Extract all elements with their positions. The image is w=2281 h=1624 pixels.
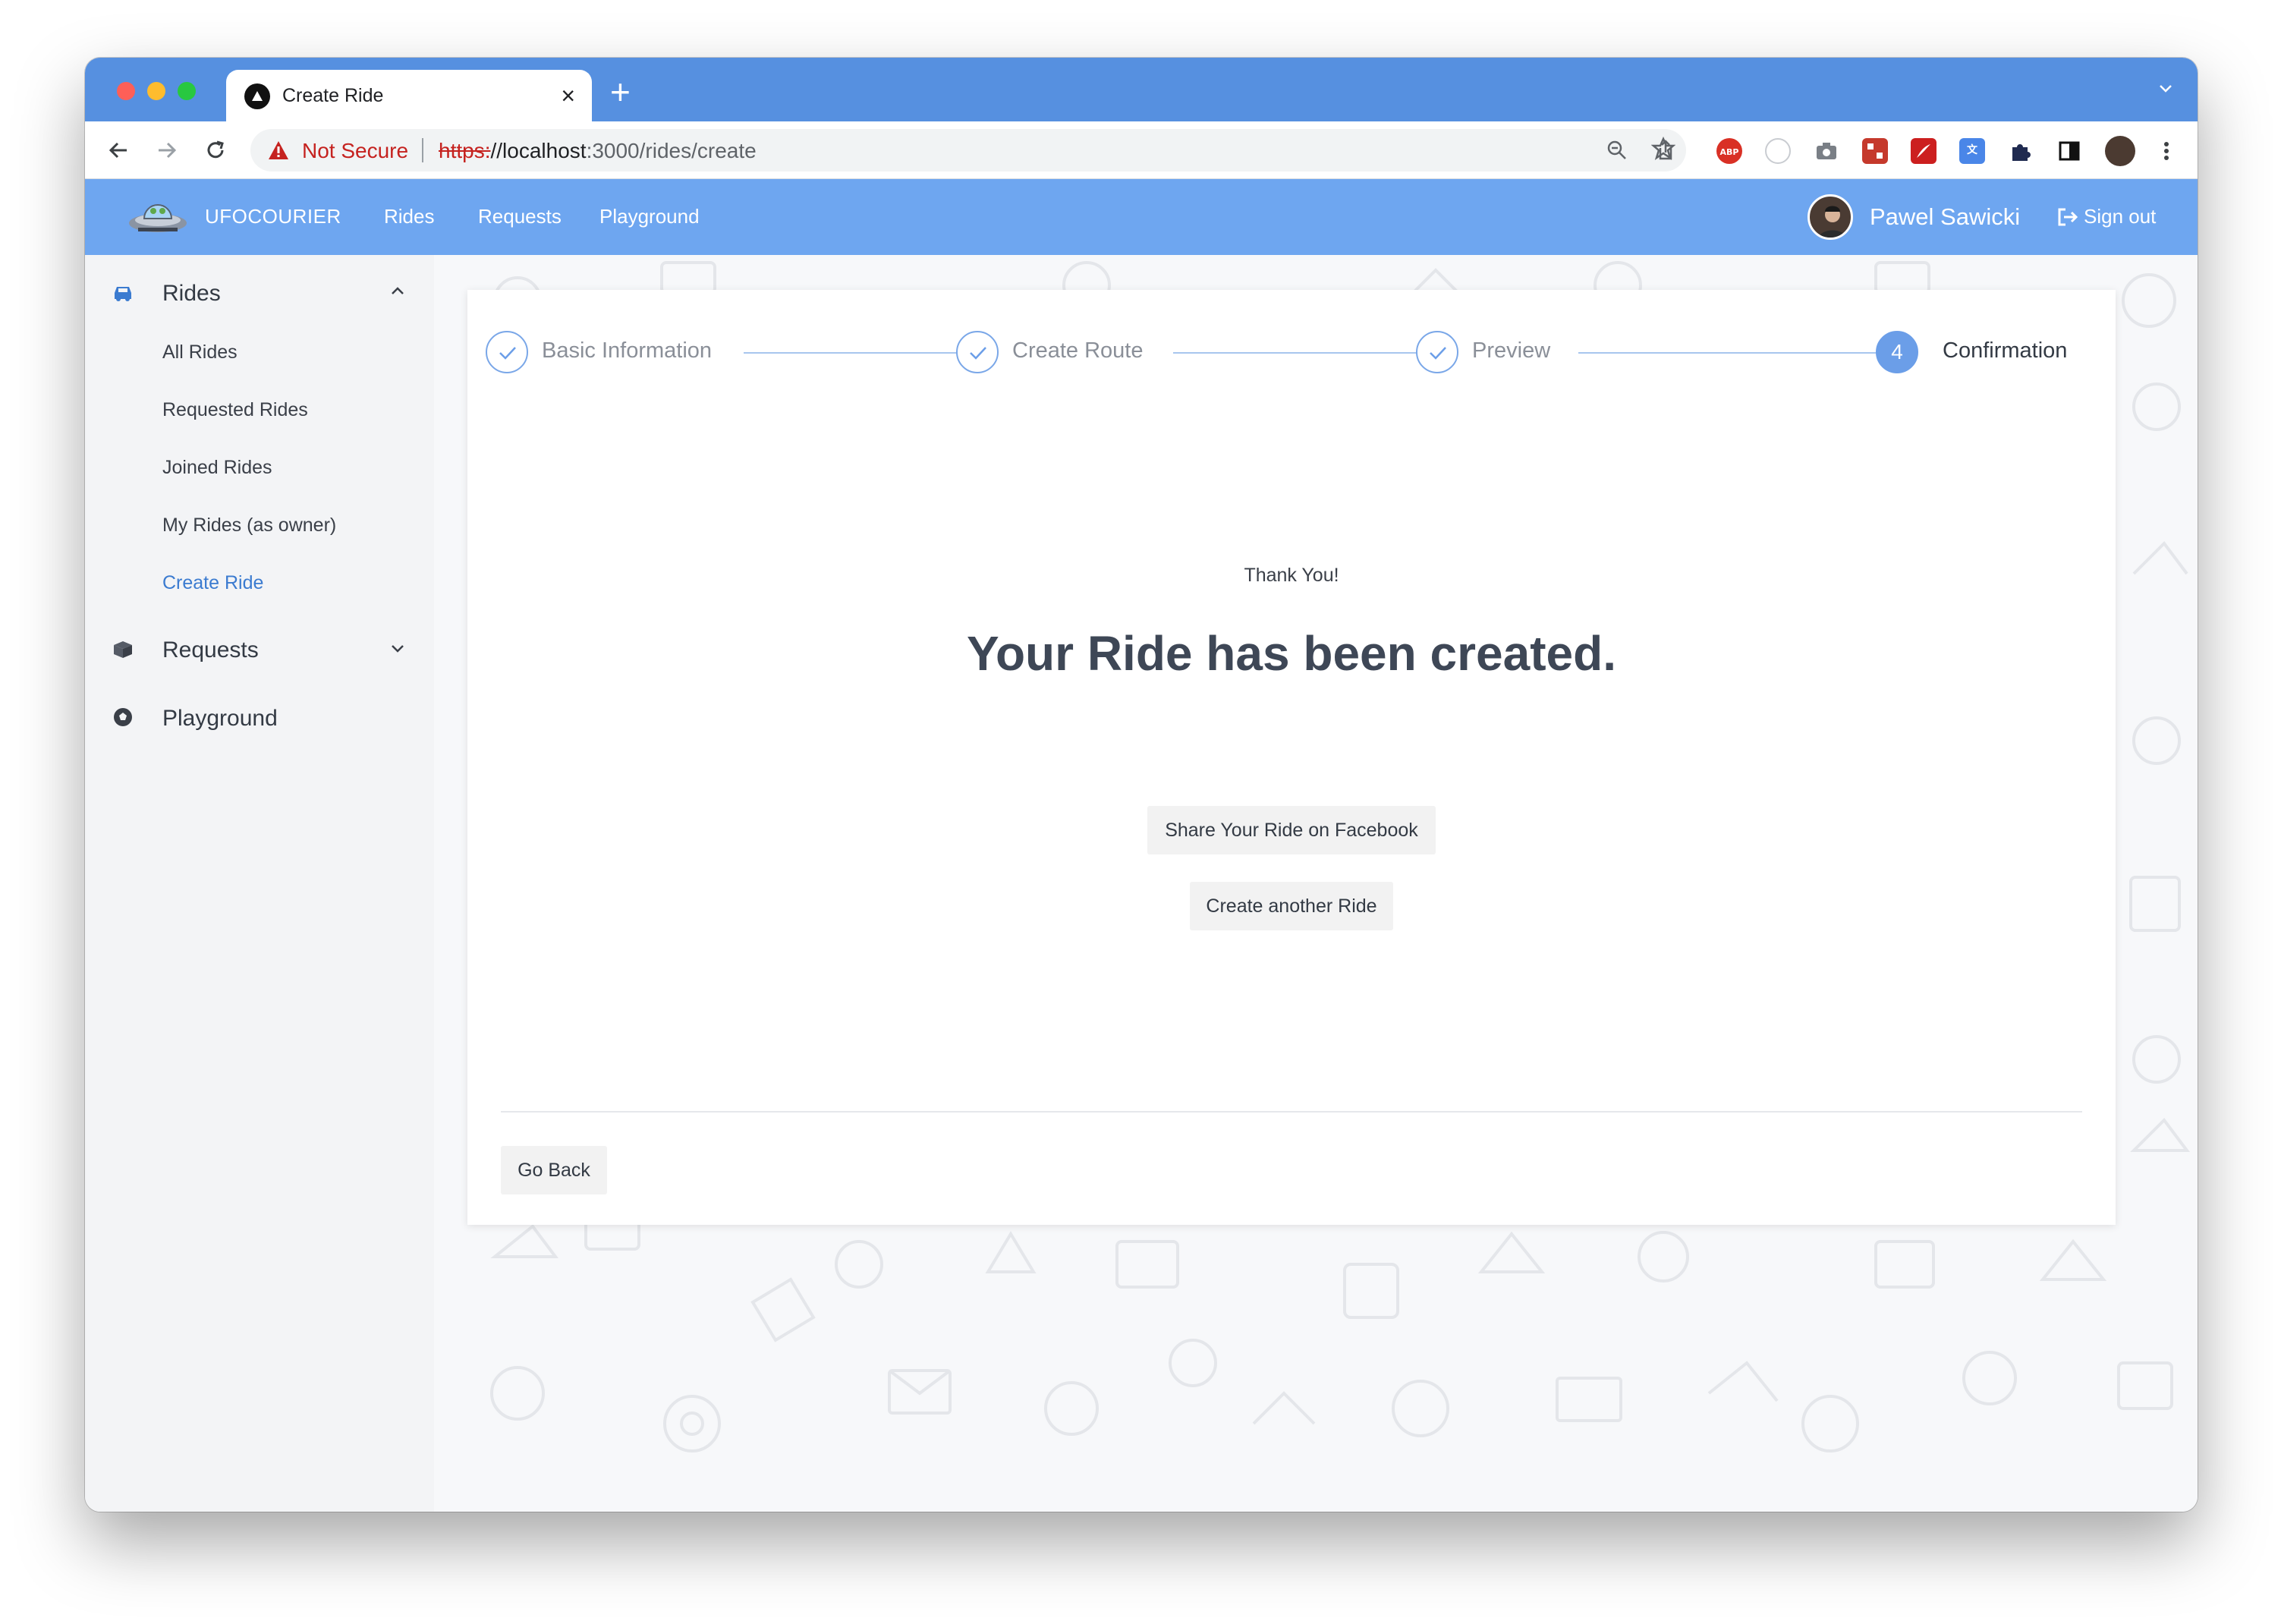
brand-name[interactable]: UFOCOURIER <box>205 205 341 228</box>
step-preview: Preview <box>1472 338 1551 363</box>
new-tab-button[interactable]: + <box>610 74 631 109</box>
step-4-number: 4 <box>1876 331 1918 373</box>
share-facebook-button[interactable]: Share Your Ride on Facebook <box>1147 806 1436 854</box>
sidebar-playground-label: Playground <box>162 706 278 731</box>
sidebar-item-requested-rides[interactable]: Requested Rides <box>162 399 308 421</box>
step-connector <box>1578 352 1876 354</box>
ufo-logo-icon[interactable] <box>126 193 190 241</box>
thank-you-text: Thank You! <box>1244 565 1339 586</box>
step-2-check-icon <box>956 331 999 373</box>
extensions-icon[interactable] <box>2008 138 2034 164</box>
step-basic-information: Basic Information <box>542 338 713 363</box>
footer-divider <box>501 1111 2082 1113</box>
sign-out-link[interactable]: Sign out <box>2056 205 2156 228</box>
box-icon <box>114 641 132 658</box>
sidebar-rides-label: Rides <box>162 281 221 306</box>
svg-text:ABP: ABP <box>1720 147 1739 157</box>
sidebar: Rides All Rides Requested Rides Joined R… <box>85 255 434 1512</box>
svg-text:文: 文 <box>1967 143 1978 156</box>
user-name[interactable]: Pawel Sawicki <box>1870 203 2020 231</box>
address-bar[interactable]: Not Secure https://localhost:3000/rides/… <box>250 129 1686 172</box>
step-confirmation: Confirmation <box>1943 338 2068 363</box>
step-create-route: Create Route <box>1012 338 1144 363</box>
favicon-icon <box>244 83 270 109</box>
car-icon <box>115 287 131 301</box>
tab-search-icon[interactable] <box>2157 77 2175 103</box>
puzzle-game-icon[interactable] <box>1862 138 1888 164</box>
zoom-window-button[interactable] <box>178 82 196 100</box>
browser-tab[interactable]: Create Ride × <box>226 70 592 121</box>
step-3-check-icon <box>1416 331 1458 373</box>
wizard-card: Basic Information Create Route Preview 4… <box>467 290 2116 1225</box>
zoom-icon[interactable] <box>1606 137 1628 168</box>
tab-strip: Create Ride × + <box>85 58 2198 121</box>
nav-rides[interactable]: Rides <box>384 205 434 228</box>
step-connector <box>744 352 962 354</box>
sidebar-section-rides[interactable]: Rides <box>85 266 434 319</box>
sidebar-section-playground[interactable]: Playground <box>85 691 434 744</box>
app-header: UFOCOURIER Rides Requests Playground Paw… <box>85 179 2198 255</box>
go-back-button[interactable]: Go Back <box>501 1146 607 1194</box>
step-connector <box>1173 352 1419 354</box>
nav-playground[interactable]: Playground <box>599 205 700 228</box>
nav-requests[interactable]: Requests <box>478 205 562 228</box>
menu-icon[interactable] <box>2154 138 2179 164</box>
user-avatar[interactable] <box>1807 194 1853 240</box>
step-1-check-icon <box>486 331 528 373</box>
chevron-down-icon <box>392 645 404 653</box>
warning-icon <box>269 141 288 159</box>
minimize-window-button[interactable] <box>147 82 165 100</box>
tab-title: Create Ride <box>282 85 384 106</box>
soccer-ball-icon <box>114 708 132 726</box>
ghostery-icon[interactable] <box>1765 138 1791 164</box>
create-another-ride-button[interactable]: Create another Ride <box>1190 882 1393 930</box>
sign-out-icon <box>2058 208 2078 226</box>
reload-icon[interactable] <box>199 134 232 167</box>
sidebar-requests-label: Requests <box>162 637 259 663</box>
url-text[interactable]: https://localhost:3000/rides/create <box>439 139 757 163</box>
browser-window: Create Ride × + Not Secure https://local… <box>85 58 2198 1512</box>
close-tab-icon[interactable]: × <box>561 80 575 111</box>
close-window-button[interactable] <box>117 82 135 100</box>
sidebar-item-joined-rides[interactable]: Joined Rides <box>162 457 272 479</box>
main-content: Basic Information Create Route Preview 4… <box>434 255 2198 1512</box>
sidebar-section-requests[interactable]: Requests <box>85 622 434 675</box>
sidebar-item-my-rides[interactable]: My Rides (as owner) <box>162 515 336 537</box>
forward-icon[interactable] <box>150 134 184 167</box>
camera-icon[interactable] <box>1814 138 1839 164</box>
back-icon[interactable] <box>102 134 135 167</box>
pdf-icon[interactable] <box>1911 138 1936 164</box>
bookmark-star-icon[interactable] <box>1650 136 1676 168</box>
translate-icon[interactable]: 文 <box>1959 138 1985 164</box>
sidepanel-icon[interactable] <box>2056 138 2082 164</box>
profile-avatar[interactable] <box>2105 136 2135 166</box>
browser-toolbar: Not Secure https://localhost:3000/rides/… <box>85 121 2198 179</box>
chevron-up-icon <box>392 287 404 294</box>
sidebar-item-create-ride[interactable]: Create Ride <box>162 572 263 594</box>
not-secure-label[interactable]: Not Secure <box>302 139 408 163</box>
address-separator <box>422 138 423 162</box>
confirmation-headline: Your Ride has been created. <box>967 626 1616 681</box>
sidebar-item-all-rides[interactable]: All Rides <box>162 341 238 364</box>
abp-icon[interactable]: ABP <box>1716 138 1742 164</box>
